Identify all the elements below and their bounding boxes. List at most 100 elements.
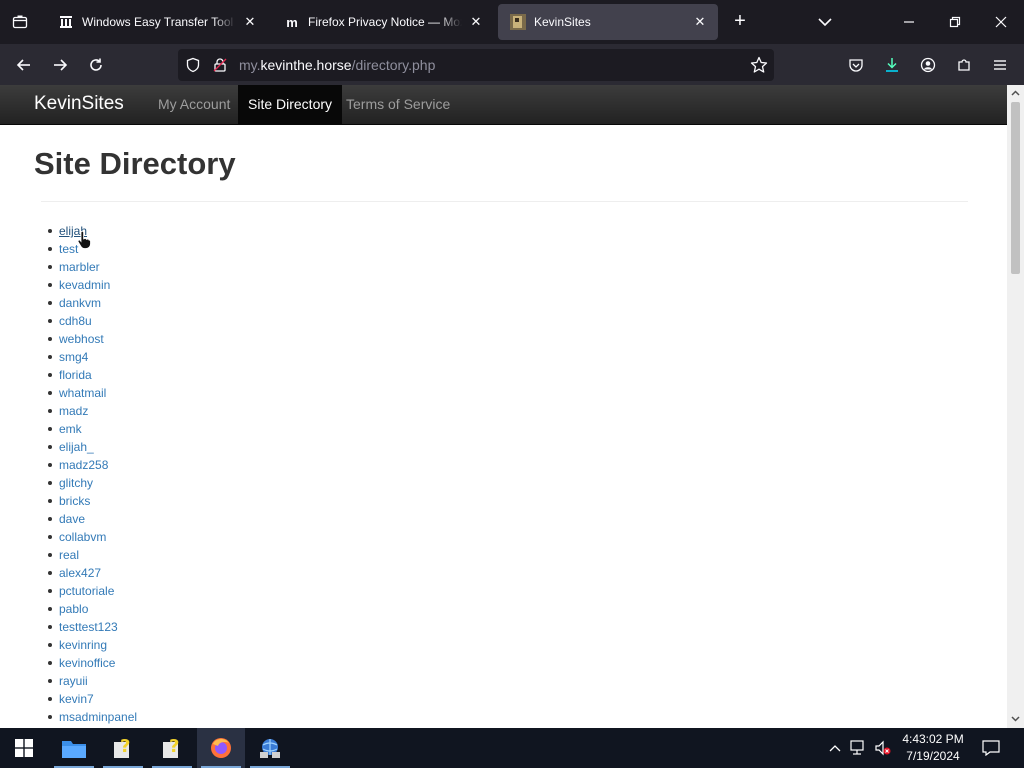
volume-muted-icon[interactable] <box>873 738 893 758</box>
notifications-icon[interactable] <box>981 738 1001 758</box>
mozilla-m-icon: m <box>286 14 298 30</box>
svg-text:?: ? <box>169 736 179 757</box>
firefox-view-icon <box>12 15 28 29</box>
directory-link[interactable]: webhost <box>47 330 137 348</box>
directory-link[interactable]: smg4 <box>47 348 137 366</box>
taskbar-firefox[interactable] <box>197 728 245 768</box>
tab-windows-easy-transfer[interactable]: Windows Easy Transfer Tool : Microsoft ✕ <box>46 4 268 40</box>
hand-cursor-icon <box>77 231 91 249</box>
directory-link[interactable]: bricks <box>47 492 137 510</box>
directory-link[interactable]: msadminpanel <box>47 708 137 726</box>
directory-link[interactable]: alex427 <box>47 564 137 582</box>
taskbar-network-app[interactable] <box>246 728 294 768</box>
page-scrollbar[interactable] <box>1007 85 1024 728</box>
taskbar-help-app-2[interactable]: ? <box>148 728 196 768</box>
site-brand[interactable]: KevinSites <box>34 93 124 115</box>
url-path: /directory.php <box>351 57 436 73</box>
directory-link[interactable]: kevinring <box>47 636 137 654</box>
tab-title: Firefox Privacy Notice — Mozilla <box>308 15 462 29</box>
close-tab-icon[interactable]: ✕ <box>468 14 484 30</box>
site-navbar: KevinSites My Account Site Directory Ter… <box>0 85 1007 125</box>
pocket-icon[interactable] <box>843 52 869 78</box>
account-icon[interactable] <box>915 52 941 78</box>
taskbar-file-explorer[interactable] <box>50 728 98 768</box>
firefox-logo-icon <box>211 738 231 758</box>
new-tab-plus-icon[interactable]: + <box>728 11 752 33</box>
directory-link[interactable]: real <box>47 546 137 564</box>
directory-link[interactable]: kevinoffice <box>47 654 137 672</box>
taskbar-clock[interactable]: 4:43:02 PM 7/19/2024 <box>896 731 970 765</box>
directory-link[interactable]: elijah_ <box>47 438 137 456</box>
network-icon[interactable] <box>849 738 869 758</box>
nav-terms-of-service[interactable]: Terms of Service <box>336 85 460 125</box>
directory-link[interactable]: emk <box>47 420 137 438</box>
bookmark-star-icon[interactable] <box>750 56 768 79</box>
lock-insecure-icon[interactable] <box>212 57 228 78</box>
url-prefix: my. <box>239 57 261 73</box>
taskbar-help-app-1[interactable]: ? <box>99 728 147 768</box>
close-window-icon[interactable] <box>989 10 1013 34</box>
archive-org-icon <box>58 14 74 30</box>
scroll-down-arrow-icon[interactable] <box>1007 712 1024 727</box>
directory-link[interactable]: cdh8u <box>47 312 137 330</box>
directory-link[interactable]: dankvm <box>47 294 137 312</box>
tab-firefox-privacy-notice[interactable]: m Firefox Privacy Notice — Mozilla ✕ <box>272 4 494 40</box>
tracking-protection-shield-icon[interactable] <box>185 57 201 78</box>
extensions-puzzle-icon[interactable] <box>951 52 977 78</box>
minimize-icon[interactable] <box>897 10 921 34</box>
tab-title: Windows Easy Transfer Tool : Microsoft <box>82 15 236 29</box>
clock-date: 7/19/2024 <box>906 749 960 763</box>
navigation-toolbar: my.kevinthe.horse/directory.php <box>0 44 1024 85</box>
close-tab-icon[interactable]: ✕ <box>692 14 708 30</box>
divider <box>41 201 968 202</box>
reload-icon[interactable] <box>83 52 109 78</box>
directory-link[interactable]: testtest123 <box>47 618 137 636</box>
directory-link[interactable]: whatmail <box>47 384 137 402</box>
browser-tab-strip: Windows Easy Transfer Tool : Microsoft ✕… <box>0 0 1024 44</box>
hamburger-menu-icon[interactable] <box>987 52 1013 78</box>
directory-link[interactable]: test <box>47 240 137 258</box>
directory-link[interactable]: marbler <box>47 258 137 276</box>
directory-link[interactable]: elijah <box>47 222 137 240</box>
nav-my-account[interactable]: My Account <box>148 85 240 125</box>
windows-taskbar: ? ? 4:43:02 PM 7/19/2024 <box>0 728 1024 768</box>
folder-app-icon <box>62 741 86 758</box>
close-tab-icon[interactable]: ✕ <box>242 14 258 30</box>
page-title: Site Directory <box>34 146 236 181</box>
scroll-up-arrow-icon[interactable] <box>1007 86 1024 101</box>
show-hidden-icons-chevron-icon[interactable] <box>825 738 845 758</box>
directory-link[interactable]: madz <box>47 402 137 420</box>
list-all-tabs-chevron-icon[interactable] <box>814 12 836 32</box>
downloads-icon[interactable] <box>879 52 905 78</box>
question-document-icon: ? <box>114 736 130 758</box>
site-directory-list: elijah test marbler kevadmin dankvm cdh8u webh… <box>47 222 137 726</box>
globe-computer-icon <box>260 739 280 758</box>
directory-link[interactable]: pctutoriale <box>47 582 137 600</box>
question-document-icon: ? <box>163 736 179 758</box>
tab-kevinsites[interactable]: KevinSites ✕ <box>498 4 718 40</box>
start-button[interactable] <box>0 728 48 768</box>
directory-link[interactable]: collabvm <box>47 528 137 546</box>
directory-link[interactable]: kevadmin <box>47 276 137 294</box>
nav-site-directory[interactable]: Site Directory <box>238 85 343 125</box>
directory-link[interactable]: dave <box>47 510 137 528</box>
url-text[interactable]: my.kevinthe.horse/directory.php <box>239 57 435 73</box>
url-host: kevinthe.horse <box>260 57 352 73</box>
directory-link[interactable]: kevin7 <box>47 690 137 708</box>
firefox-view-button[interactable] <box>8 10 32 34</box>
windows-logo-icon <box>15 739 33 757</box>
forward-arrow-icon[interactable] <box>47 52 73 78</box>
directory-link[interactable]: pablo <box>47 600 137 618</box>
svg-text:?: ? <box>120 736 130 757</box>
back-arrow-icon[interactable] <box>11 52 37 78</box>
page-viewport: KevinSites My Account Site Directory Ter… <box>0 85 1007 728</box>
kevinsites-favicon <box>510 14 526 30</box>
directory-link[interactable]: florida <box>47 366 137 384</box>
restore-icon[interactable] <box>943 10 967 34</box>
tab-title: KevinSites <box>534 15 591 29</box>
directory-link[interactable]: madz258 <box>47 456 137 474</box>
address-bar[interactable]: my.kevinthe.horse/directory.php <box>178 49 774 81</box>
directory-link[interactable]: glitchy <box>47 474 137 492</box>
directory-link[interactable]: rayuii <box>47 672 137 690</box>
scrollbar-thumb[interactable] <box>1011 102 1020 274</box>
